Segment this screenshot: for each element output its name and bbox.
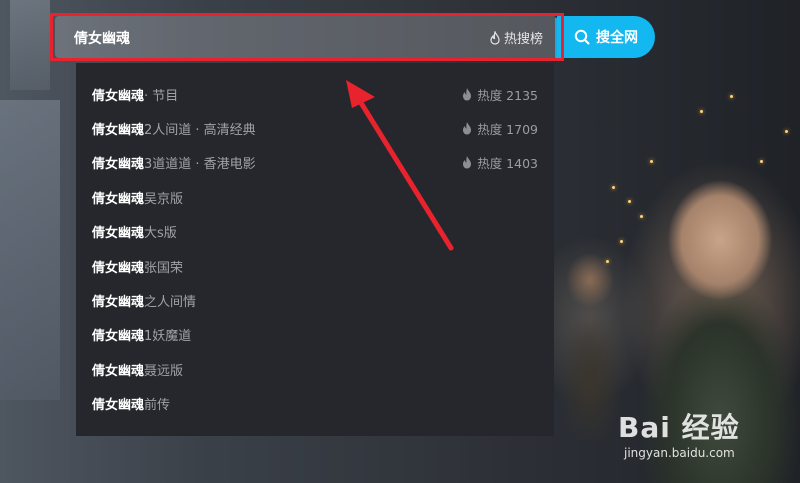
suggestion-heat: 热度 2135 (462, 85, 538, 104)
suggestion-item[interactable]: 倩女幽魂 3道道道 · 香港电影 热度 1403 (92, 152, 538, 172)
suggestion-heat-value: 热度 2135 (477, 87, 538, 103)
suggestion-keyword: 倩女幽魂 (92, 191, 145, 207)
watermark-url: jingyan.baidu.com (624, 446, 735, 460)
suggestion-keyword: 倩女幽魂 (92, 328, 145, 344)
background-window (0, 100, 60, 400)
suggestion-keyword: 倩女幽魂 (92, 294, 145, 310)
suggestion-keyword: 倩女幽魂 (92, 397, 145, 413)
suggestion-suffix: 2人间道 · 高清经典 (144, 122, 256, 138)
suggestion-item[interactable]: 倩女幽魂 张国荣 (92, 256, 538, 276)
suggestion-item[interactable]: 倩女幽魂 聂远版 (92, 359, 538, 379)
suggestion-item[interactable]: 倩女幽魂 吴京版 (92, 187, 538, 207)
suggestion-heat: 热度 1403 (462, 153, 538, 172)
suggestion-item[interactable]: 倩女幽魂 1妖魔道 (92, 324, 538, 344)
suggestion-item[interactable]: 倩女幽魂 之人间情 (92, 290, 538, 310)
annotation-highlight-box (50, 13, 564, 61)
watermark-logo: Bai 经验 (618, 411, 740, 444)
suggestion-suffix: 大s版 (144, 225, 177, 241)
suggestion-keyword: 倩女幽魂 (92, 88, 145, 104)
suggestion-heat: 热度 1709 (462, 119, 538, 138)
suggestion-suffix: 聂远版 (144, 363, 184, 379)
search-all-label: 搜全网 (596, 30, 638, 46)
flame-icon (463, 121, 472, 134)
suggestion-suffix: · 节目 (144, 88, 179, 104)
background-window-top (10, 0, 50, 90)
suggestion-heat-value: 热度 1709 (477, 121, 538, 137)
suggestion-keyword: 倩女幽魂 (92, 122, 145, 138)
suggestion-suffix: 之人间情 (144, 294, 197, 310)
suggestion-heat-value: 热度 1403 (477, 155, 538, 171)
flame-icon (463, 155, 472, 168)
suggestion-item[interactable]: 倩女幽魂 大s版 (92, 221, 538, 241)
search-all-button[interactable]: 搜全网 (557, 16, 655, 58)
suggestion-suffix: 3道道道 · 香港电影 (144, 156, 256, 172)
suggestion-item[interactable]: 倩女幽魂 前传 (92, 393, 538, 413)
baidu-jingyan-watermark: Bai 经验 jingyan.baidu.com (618, 398, 788, 478)
search-icon (574, 29, 590, 45)
suggestion-item[interactable]: 倩女幽魂 · 节目 热度 2135 (92, 84, 538, 104)
suggestion-suffix: 吴京版 (144, 191, 184, 207)
suggestion-item[interactable]: 倩女幽魂 2人间道 · 高清经典 热度 1709 (92, 118, 538, 138)
search-suggestion-dropdown: 倩女幽魂 · 节目 热度 2135 倩女幽魂 2人间道 · 高清经典 热度 17… (76, 63, 554, 436)
suggestion-suffix: 张国荣 (144, 260, 184, 276)
suggestion-keyword: 倩女幽魂 (92, 225, 145, 241)
suggestion-suffix: 前传 (144, 397, 171, 413)
suggestion-keyword: 倩女幽魂 (92, 260, 145, 276)
flame-icon (463, 87, 472, 100)
suggestion-keyword: 倩女幽魂 (92, 156, 145, 172)
suggestion-suffix: 1妖魔道 (144, 328, 192, 344)
suggestion-keyword: 倩女幽魂 (92, 363, 145, 379)
